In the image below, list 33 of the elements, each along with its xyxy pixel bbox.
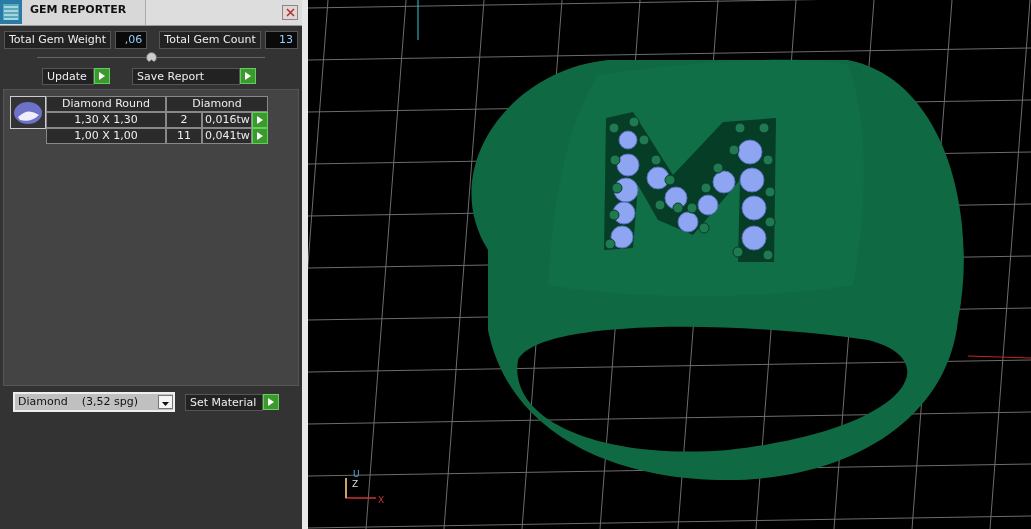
axis-label: U bbox=[353, 469, 360, 479]
total-label: Total Gem Count bbox=[159, 31, 261, 49]
update-button[interactable]: Update bbox=[42, 68, 94, 85]
window-title: GEM REPORTER bbox=[22, 0, 146, 25]
close-icon bbox=[285, 8, 295, 17]
gem-icon bbox=[10, 96, 46, 129]
table-cell: 11 bbox=[166, 128, 202, 144]
close-button[interactable] bbox=[282, 5, 298, 20]
set-material-button[interactable]: Set Material bbox=[185, 393, 263, 411]
save-report-button[interactable]: Save Report bbox=[132, 68, 240, 85]
play-icon bbox=[268, 397, 274, 406]
table-cell: 1,00 X 1,00 bbox=[46, 128, 166, 144]
total-value: 13 bbox=[264, 31, 298, 49]
table-cell: 1,30 X 1,30 bbox=[46, 112, 166, 128]
play-icon bbox=[245, 72, 251, 80]
axis-label: X bbox=[378, 495, 385, 505]
table-cell: 0,041tw bbox=[202, 128, 252, 144]
play-button[interactable] bbox=[263, 393, 279, 410]
axis-line bbox=[967, 355, 1031, 359]
total-label: Total Gem Weight bbox=[4, 31, 111, 49]
column-header: Diamond bbox=[166, 96, 268, 112]
axis-line bbox=[417, 0, 419, 41]
table-cell: 0,016tw bbox=[202, 112, 252, 128]
app-icon bbox=[0, 0, 22, 24]
axis-label: Z bbox=[352, 479, 359, 489]
table-cell: 2 bbox=[166, 112, 202, 128]
collapse-button[interactable] bbox=[145, 52, 157, 63]
axis-triad-icon bbox=[345, 477, 377, 499]
total-value: ,06 bbox=[115, 31, 148, 49]
play-icon bbox=[99, 72, 105, 80]
dropdown-value: Diamond (3,52 spg) bbox=[18, 393, 138, 410]
column-header: Diamond Round bbox=[46, 96, 166, 112]
material-dropdown[interactable]: Diamond (3,52 spg) bbox=[13, 392, 175, 412]
